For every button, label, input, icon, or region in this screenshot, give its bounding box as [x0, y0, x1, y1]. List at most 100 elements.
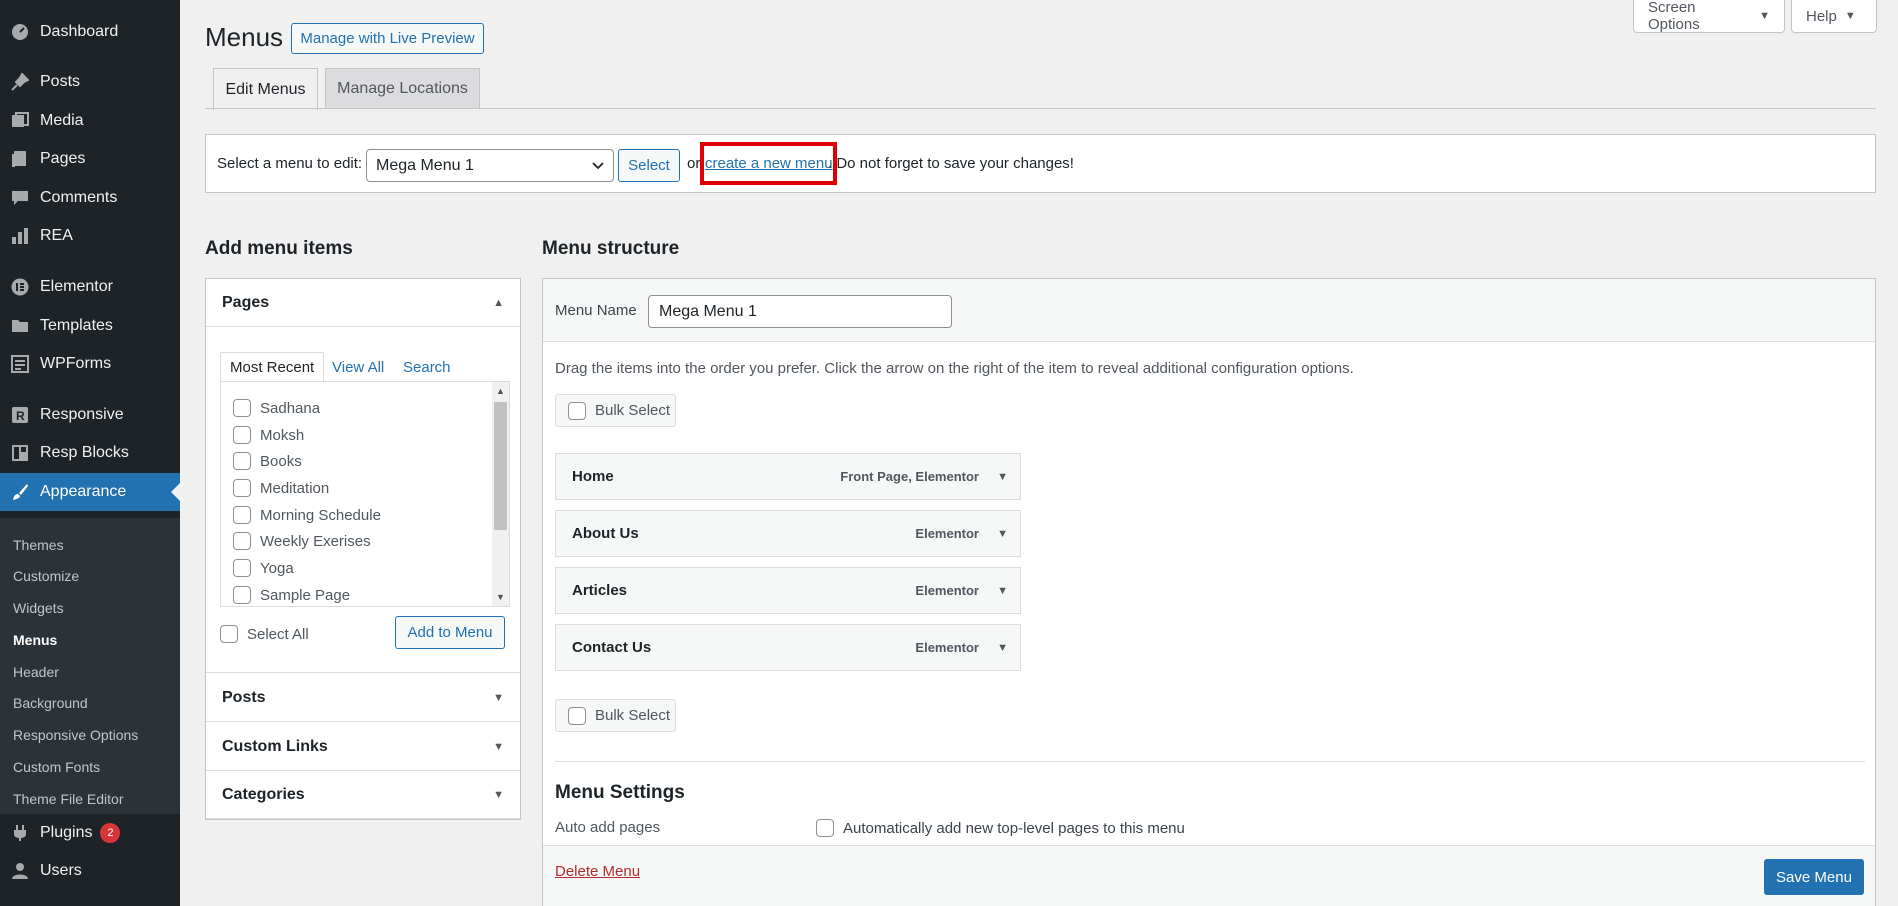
checkbox[interactable] [816, 819, 834, 837]
menu-item-title: Contact Us [572, 639, 652, 656]
checkbox[interactable] [233, 479, 251, 497]
sidebar-item-comments[interactable]: Comments [0, 179, 180, 217]
submenu-item-widgets[interactable]: Widgets [13, 598, 64, 618]
menu-item-type: Front Page, Elementor [840, 469, 979, 484]
checkbox[interactable] [233, 452, 251, 470]
add-menu-items-heading: Add menu items [205, 238, 353, 259]
sidebar-item-wpforms[interactable]: WPForms [0, 345, 180, 383]
menu-item-home[interactable]: Home Front Page, Elementor ▼ [555, 453, 1021, 500]
help-button[interactable]: Help ▼ [1791, 0, 1877, 33]
tab-view-all[interactable]: View All [332, 352, 384, 382]
tab-most-recent[interactable]: Most Recent [220, 352, 325, 382]
delete-menu-link[interactable]: Delete Menu [555, 863, 640, 880]
select-button[interactable]: Select [618, 149, 680, 182]
bulk-select-top[interactable]: Bulk Select [555, 394, 676, 427]
checkbox[interactable] [233, 506, 251, 524]
elementor-icon [10, 277, 30, 297]
accordion-pages-header[interactable]: Pages ▲ [206, 279, 520, 327]
submenu-item-menus[interactable]: Menus [13, 630, 57, 650]
accordion-posts-header[interactable]: Posts ▼ [206, 674, 520, 722]
sidebar-item-templates[interactable]: Templates [0, 307, 180, 345]
list-item[interactable]: Sample Page [233, 586, 350, 604]
blocks-icon [10, 443, 30, 463]
checkbox[interactable] [568, 706, 586, 725]
checkbox[interactable] [568, 401, 586, 420]
forms-icon [10, 354, 30, 374]
sidebar-item-plugins[interactable]: Plugins 2 [0, 814, 180, 852]
submenu-item-header[interactable]: Header [13, 662, 59, 682]
sidebar-item-resp-blocks[interactable]: Resp Blocks [0, 434, 180, 472]
accordion-categories-header[interactable]: Categories ▼ [206, 771, 520, 819]
tab-edit-menus[interactable]: Edit Menus [213, 68, 318, 110]
auto-add-pages-checkbox[interactable]: Automatically add new top-level pages to… [816, 819, 1185, 837]
expand-arrow-icon[interactable]: ▼ [997, 528, 1008, 540]
brush-icon [10, 482, 30, 502]
sidebar-item-label: REA [40, 227, 73, 244]
submenu-item-theme-file-editor[interactable]: Theme File Editor [13, 789, 123, 809]
menu-item-about-us[interactable]: About Us Elementor ▼ [555, 510, 1021, 557]
bulk-select-label: Bulk Select [595, 707, 671, 724]
list-item[interactable]: Morning Schedule [233, 506, 381, 524]
scroll-down-icon[interactable]: ▼ [496, 592, 505, 602]
expand-arrow-icon[interactable]: ▼ [997, 642, 1008, 654]
list-item[interactable]: Yoga [233, 559, 294, 577]
tab-manage-locations[interactable]: Manage Locations [325, 68, 480, 109]
checkbox[interactable] [233, 426, 251, 444]
page-label: Yoga [260, 559, 294, 577]
sidebar-item-pages[interactable]: Pages [0, 140, 180, 178]
checkbox[interactable] [233, 399, 251, 417]
submenu-item-responsive-options[interactable]: Responsive Options [13, 725, 138, 745]
list-item[interactable]: Weekly Exerises [233, 532, 371, 550]
sidebar-item-dashboard[interactable]: Dashboard [0, 13, 180, 51]
add-to-menu-button[interactable]: Add to Menu [395, 616, 505, 649]
scroll-thumb[interactable] [494, 402, 507, 530]
sidebar-item-rea[interactable]: REA [0, 217, 180, 255]
menu-name-input[interactable]: Mega Menu 1 [648, 295, 952, 328]
drag-instructions: Drag the items into the order you prefer… [555, 360, 1354, 377]
live-preview-button[interactable]: Manage with Live Preview [291, 23, 484, 54]
menu-name-label: Menu Name [555, 302, 637, 319]
menu-item-contact-us[interactable]: Contact Us Elementor ▼ [555, 624, 1021, 671]
screen-options-button[interactable]: Screen Options ▼ [1633, 0, 1785, 33]
submenu-item-themes[interactable]: Themes [13, 535, 64, 555]
help-label: Help [1806, 7, 1837, 25]
submenu-item-background[interactable]: Background [13, 693, 88, 713]
select-all-checkbox[interactable]: Select All [220, 625, 309, 643]
bulk-select-label: Bulk Select [595, 402, 671, 419]
list-scrollbar[interactable]: ▲ ▼ [492, 382, 509, 606]
expand-arrow-icon[interactable]: ▼ [997, 471, 1008, 483]
list-item[interactable]: Books [233, 452, 302, 470]
save-menu-button[interactable]: Save Menu [1764, 859, 1864, 895]
checkbox[interactable] [233, 559, 251, 577]
menu-item-title: Articles [572, 582, 628, 599]
sidebar-item-responsive[interactable]: R Responsive [0, 396, 180, 434]
accordion-custom-links-header[interactable]: Custom Links ▼ [206, 723, 520, 771]
expand-arrow-icon[interactable]: ▼ [997, 585, 1008, 597]
sidebar-item-posts[interactable]: Posts [0, 63, 180, 101]
list-item[interactable]: Meditation [233, 479, 329, 497]
accordion-title: Pages [222, 293, 270, 311]
tab-search[interactable]: Search [403, 352, 451, 382]
sidebar-item-media[interactable]: Media [0, 102, 180, 140]
sidebar-item-appearance[interactable]: Appearance [0, 473, 180, 511]
scroll-up-icon[interactable]: ▲ [496, 386, 505, 396]
menu-item-articles[interactable]: Articles Elementor ▼ [555, 567, 1021, 614]
menu-select-dropdown[interactable]: Mega Menu 1 [366, 149, 614, 182]
sidebar-item-users[interactable]: Users [0, 852, 180, 890]
submenu-item-custom-fonts[interactable]: Custom Fonts [13, 757, 100, 777]
bulk-select-bottom[interactable]: Bulk Select [555, 699, 676, 732]
menu-structure-heading: Menu structure [542, 238, 680, 259]
checkbox[interactable] [233, 532, 251, 550]
checkbox[interactable] [220, 625, 238, 643]
list-item[interactable]: Sadhana [233, 399, 320, 417]
menu-footer-bar: Delete Menu Save Menu [543, 845, 1875, 906]
sidebar-item-elementor[interactable]: Elementor [0, 268, 180, 306]
sidebar-item-label: Appearance [40, 483, 127, 500]
plug-icon [10, 823, 30, 843]
checkbox[interactable] [233, 586, 251, 604]
sidebar-item-label: Plugins [40, 824, 93, 841]
pin-icon [10, 72, 30, 92]
submenu-item-customize[interactable]: Customize [13, 566, 79, 586]
list-item[interactable]: Moksh [233, 426, 304, 444]
or-text: or [687, 155, 701, 172]
